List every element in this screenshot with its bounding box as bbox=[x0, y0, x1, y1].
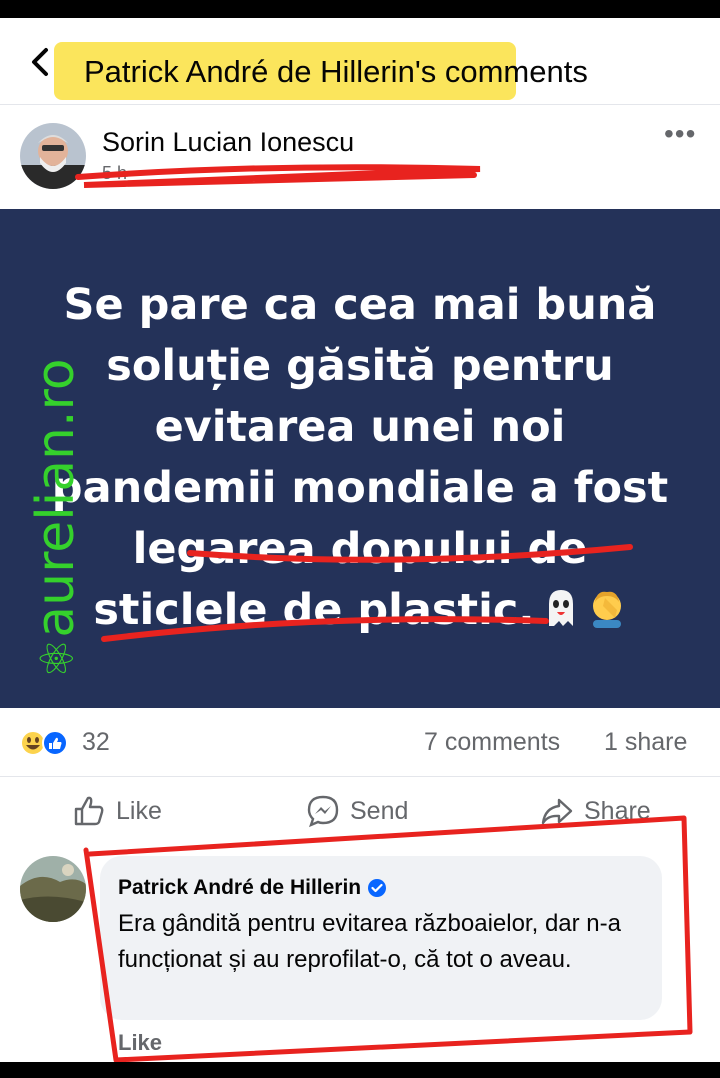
more-options-icon[interactable]: ••• bbox=[664, 120, 700, 151]
back-arrow-icon[interactable] bbox=[24, 42, 58, 82]
commenter-name[interactable]: Patrick André de Hillerin bbox=[118, 876, 361, 900]
post-actions: Like Send Share bbox=[0, 776, 720, 847]
reactions-bar: 32 7 comments 1 share bbox=[0, 710, 720, 774]
comment-text: Era gândită pentru evitarea războaielor,… bbox=[118, 910, 621, 973]
site-watermark: ⚛aurelian.ro bbox=[26, 358, 86, 679]
atom-logo-icon: ⚛ bbox=[30, 637, 84, 679]
send-label: Send bbox=[350, 796, 409, 825]
shares-count[interactable]: 1 share bbox=[604, 728, 687, 757]
like-label: Like bbox=[116, 796, 162, 825]
watermark-text: aurelian.ro bbox=[26, 358, 86, 638]
like-button[interactable]: Like bbox=[72, 793, 162, 829]
post-header: Sorin Lucian Ionescu 5 h ••• bbox=[0, 105, 720, 209]
comment-bubble[interactable]: Patrick André de Hillerin Era gândită pe… bbox=[100, 856, 662, 1020]
bottom-bar bbox=[0, 1062, 720, 1078]
messenger-icon bbox=[307, 795, 339, 828]
post-image[interactable]: Se pare ca cea mai bună soluție găsită p… bbox=[0, 209, 720, 708]
post-author-name[interactable]: Sorin Lucian Ionescu bbox=[102, 127, 354, 158]
share-label: Share bbox=[584, 796, 651, 825]
verified-badge-icon bbox=[368, 879, 387, 897]
page-header: Patrick André de Hillerin's comments bbox=[0, 18, 720, 105]
thumbs-up-icon bbox=[74, 796, 104, 826]
share-arrow-icon bbox=[541, 798, 573, 825]
red-underline-scribble bbox=[75, 164, 481, 188]
commenter-name-row: Patrick André de Hillerin bbox=[118, 876, 387, 900]
comment-like-link[interactable]: Like bbox=[118, 1030, 162, 1056]
commenter-avatar[interactable] bbox=[20, 856, 86, 922]
send-button[interactable]: Send bbox=[306, 793, 408, 829]
reaction-count[interactable]: 32 bbox=[82, 728, 110, 757]
red-underline-marks bbox=[101, 544, 633, 642]
status-bar bbox=[0, 0, 720, 18]
comments-count[interactable]: 7 comments bbox=[424, 728, 560, 757]
reaction-icons[interactable] bbox=[20, 730, 76, 756]
page-title: Patrick André de Hillerin's comments bbox=[84, 54, 588, 89]
share-button[interactable]: Share bbox=[540, 793, 651, 829]
